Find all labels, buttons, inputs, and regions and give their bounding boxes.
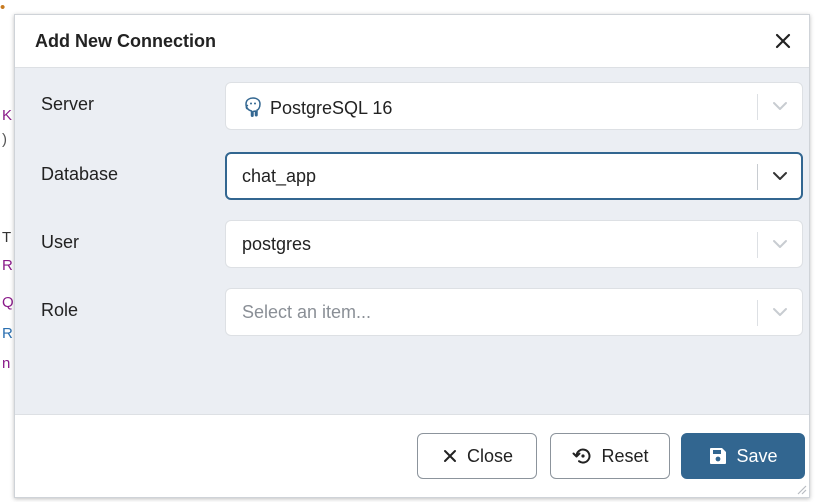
server-select[interactable]: PostgreSQL 16	[225, 82, 803, 130]
background-text-fragment: )	[2, 131, 7, 148]
role-row: Role Select an item...	[15, 288, 809, 340]
dialog-header: Add New Connection	[15, 15, 809, 68]
database-value: chat_app	[242, 166, 317, 186]
role-label: Role	[41, 300, 79, 320]
resize-handle[interactable]	[795, 483, 807, 495]
reset-icon	[572, 448, 591, 464]
role-select[interactable]: Select an item...	[225, 288, 803, 336]
add-connection-dialog: Add New Connection Server PostgreSQL 16 …	[14, 14, 810, 498]
background-text-fragment: R	[2, 257, 13, 274]
select-separator	[757, 300, 758, 326]
chevron-down-icon[interactable]	[771, 99, 789, 113]
background-text-fragment: T	[2, 229, 12, 246]
user-select[interactable]: postgres	[225, 220, 803, 268]
background-app: • K ) T R Q R n	[0, 0, 14, 502]
chevron-down-icon[interactable]	[771, 169, 789, 183]
postgresql-elephant-icon	[242, 96, 264, 118]
database-row: Database chat_app	[15, 152, 809, 204]
chevron-down-icon[interactable]	[771, 237, 789, 251]
dialog-title: Add New Connection	[35, 31, 216, 51]
background-text-fragment: n	[2, 355, 11, 372]
reset-button[interactable]: Reset	[550, 433, 670, 479]
select-separator	[757, 232, 758, 258]
save-icon	[710, 448, 727, 464]
close-icon[interactable]	[771, 29, 795, 53]
background-text-fragment: R	[2, 325, 13, 342]
server-value: PostgreSQL 16	[242, 96, 392, 119]
user-row: User postgres	[15, 220, 809, 272]
user-value: postgres	[242, 234, 312, 254]
save-button[interactable]: Save	[681, 433, 805, 479]
database-label: Database	[41, 164, 119, 184]
background-text-fragment: Q	[2, 294, 14, 311]
dialog-footer: Close Reset Save	[15, 414, 809, 497]
server-value-text: PostgreSQL 16	[270, 98, 393, 118]
close-button-label: Close	[466, 445, 514, 466]
dialog-body: Server PostgreSQL 16 Database chat_app U…	[15, 68, 809, 416]
select-separator	[757, 94, 758, 120]
reset-button-label: Reset	[601, 445, 649, 466]
role-placeholder: Select an item...	[242, 302, 372, 322]
save-button-label: Save	[736, 445, 778, 466]
database-select[interactable]: chat_app	[225, 152, 803, 200]
select-separator	[757, 164, 758, 190]
background-text-fragment: •	[0, 0, 6, 16]
server-label: Server	[41, 94, 95, 114]
user-label: User	[41, 232, 80, 252]
close-button[interactable]: Close	[417, 433, 537, 479]
server-row: Server PostgreSQL 16	[15, 82, 809, 134]
chevron-down-icon[interactable]	[771, 305, 789, 319]
background-text-fragment: K	[2, 107, 13, 124]
close-icon	[443, 450, 456, 462]
